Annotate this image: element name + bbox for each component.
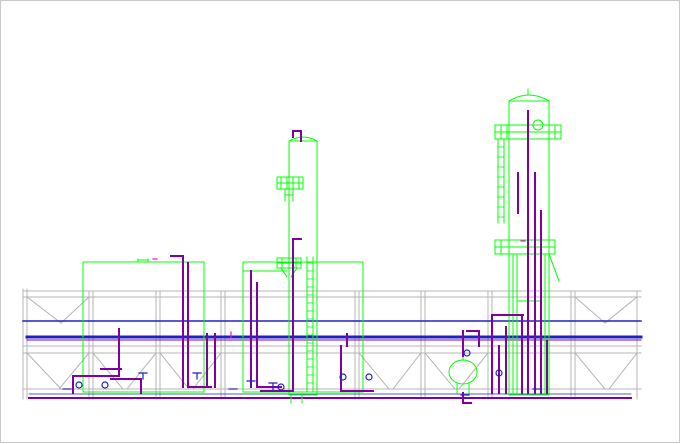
- middle-frame: [242, 261, 364, 393]
- drawing-viewport[interactable]: [0, 0, 680, 443]
- middle-column: [276, 136, 318, 404]
- nozzle-accents: [152, 240, 526, 339]
- ladder-rungs: [306, 262, 314, 384]
- plant-drawing: [22, 88, 643, 404]
- main-headers: [22, 320, 643, 399]
- left-tank: [82, 258, 205, 393]
- pipe-rack: [22, 288, 642, 400]
